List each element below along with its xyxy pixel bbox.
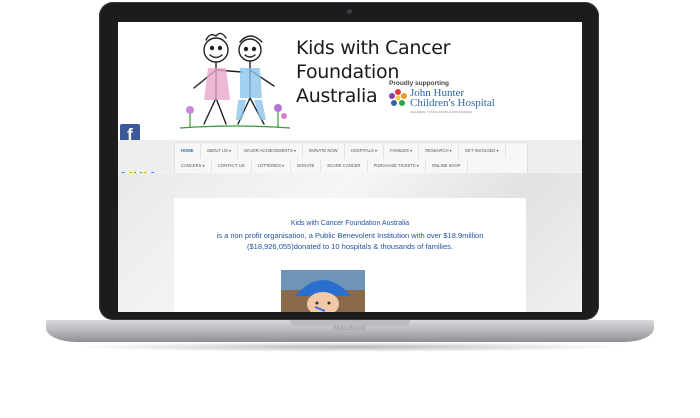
- device-brand-label: MacBook: [333, 325, 367, 332]
- content-line-1: is a non profit organisation, a Public B…: [216, 231, 484, 240]
- nav-item-online-shop[interactable]: ONLINE SHOP: [426, 159, 468, 173]
- nav-item-home[interactable]: HOME: [175, 144, 201, 158]
- nav-item-donate-now[interactable]: DONATE NOW: [303, 144, 345, 158]
- nav-item-donate[interactable]: DONATE: [291, 159, 322, 173]
- nav-item-scare-cancer[interactable]: SCARE CANCER: [321, 159, 368, 173]
- hospital-name: John Hunter Children's Hospital: [410, 88, 495, 109]
- camera-icon: [347, 9, 352, 14]
- nav-row-1: HOME ABOUT US ▾ MAJOR ACHIEVEMENTS ▾ DON…: [175, 144, 506, 158]
- laptop-shadow: [70, 342, 630, 352]
- content-heading: Kids with Cancer Foundation Australia: [290, 220, 410, 227]
- supporting-label: Proudly supporting: [389, 80, 449, 87]
- nav-item-contact-us[interactable]: CONTACT US: [212, 159, 252, 173]
- nav-item-hospitals[interactable]: HOSPITALS ▾: [345, 144, 385, 158]
- site-title-line1: Kids with Cancer Foundation: [296, 37, 451, 83]
- hospital-tagline: CHILDREN, YOUNG PEOPLE AND FAMILIES: [410, 110, 473, 114]
- browser-screen: Kids with Cancer Foundation Australia Pr…: [118, 22, 582, 312]
- nav-item-about-us[interactable]: ABOUT US ▾: [201, 144, 239, 158]
- nav-item-lotteries[interactable]: LOTTERIES ▾: [252, 159, 292, 173]
- site-header: Kids with Cancer Foundation Australia Pr…: [118, 22, 582, 140]
- hospital-logo-icon: [389, 89, 407, 106]
- nav-item-get-involved[interactable]: GET INVOLVED ▾: [459, 144, 506, 158]
- main-navigation: HOME ABOUT US ▾ MAJOR ACHIEVEMENTS ▾ DON…: [174, 142, 528, 174]
- main-content: Kids with Cancer Foundation Australia is…: [174, 198, 526, 312]
- hospital-name-line2: Children's Hospital: [410, 97, 495, 109]
- nav-item-cancers[interactable]: CANCERS ▾: [175, 159, 212, 173]
- nav-item-research[interactable]: RESEARCH ▾: [419, 144, 459, 158]
- content-line-2: ($18,926,055)donated to 10 hospitals & t…: [247, 242, 453, 251]
- kids-logo-icon[interactable]: [180, 28, 290, 132]
- nav-row-2: CANCERS ▾ CONTACT US LOTTERIES ▾ DONATE …: [175, 159, 468, 173]
- nav-item-families[interactable]: FAMILIES ▾: [384, 144, 420, 158]
- hospital-logo[interactable]: John Hunter Children's Hospital CHILDREN…: [388, 88, 518, 118]
- nav-item-major-achievements[interactable]: MAJOR ACHIEVEMENTS ▾: [238, 144, 304, 158]
- child-photo: [281, 270, 365, 312]
- nav-item-purchase-tickets[interactable]: PURCHASE TICKETS ▾: [368, 159, 426, 173]
